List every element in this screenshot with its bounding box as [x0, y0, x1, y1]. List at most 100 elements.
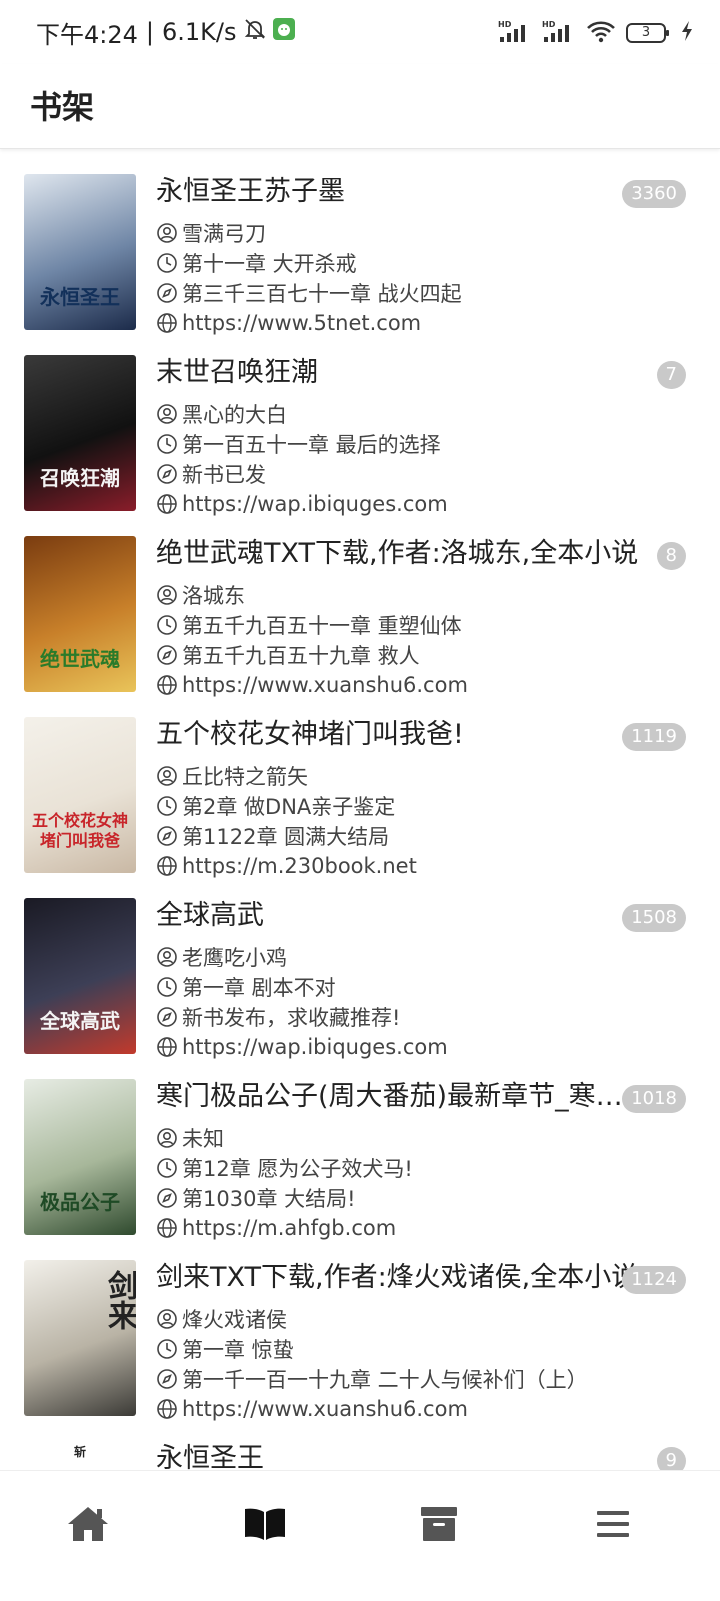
book-source-url: https://www.xuanshu6.com — [182, 1397, 468, 1421]
app-header: 书架 — [0, 64, 720, 149]
book-item[interactable]: 五个校花女神堵门叫我爸 五个校花女神堵门叫我爸! 1119 丘比特之箭矢 第2章 做DN… — [0, 703, 720, 887]
app-notification-icon — [272, 18, 295, 46]
globe-icon — [156, 1217, 182, 1239]
hd-signal-icon: HD — [498, 19, 532, 47]
unread-count-badge: 8 — [656, 542, 686, 570]
globe-icon — [156, 312, 182, 334]
archive-icon — [419, 1505, 459, 1547]
nav-bookshelf-button[interactable] — [235, 1501, 295, 1551]
book-cover[interactable]: 召唤狂潮 — [24, 355, 136, 511]
globe-icon — [156, 1398, 182, 1420]
read-chapter: 第五千九百五十一章 重塑仙体 — [182, 614, 462, 638]
book-author-row: 雪满弓刀 — [156, 218, 696, 248]
book-title[interactable]: 全球高武 — [156, 898, 646, 934]
author-icon — [156, 1127, 182, 1149]
latest-chapter: 新书发布，求收藏推荐! — [182, 1006, 401, 1030]
status-separator: | — [145, 18, 154, 46]
read-chapter: 第十一章 大开杀戒 — [182, 252, 357, 276]
latest-chapter: 第1122章 圆满大结局 — [182, 825, 390, 849]
book-source-url-row: https://wap.ibiquges.com — [156, 489, 696, 519]
book-item[interactable]: 剑来 剑来TXT下载,作者:烽火戏诸侯,全本小说 1124 烽火戏诸侯 第一章 惊蛰 第一… — [0, 1246, 720, 1430]
book-author-row: 丘比特之箭矢 — [156, 761, 696, 791]
latest-chapter-row: 第1030章 大结局! — [156, 1183, 696, 1213]
bottom-nav — [0, 1470, 720, 1601]
read-chapter-row: 第一百五十一章 最后的选择 — [156, 429, 696, 459]
author-icon — [156, 1308, 182, 1330]
clock-icon — [156, 252, 182, 274]
hd-signal-icon: HD — [542, 19, 576, 47]
compass-icon — [156, 825, 182, 847]
latest-chapter: 第五千九百五十九章 救人 — [182, 644, 420, 668]
read-chapter: 第一百五十一章 最后的选择 — [182, 433, 441, 457]
latest-chapter-row: 第一千一百一十九章 二十人与候补们（上） — [156, 1364, 696, 1394]
book-cover[interactable]: 永恒圣王 — [24, 174, 136, 330]
book-title[interactable]: 剑来TXT下载,作者:烽火戏诸侯,全本小说 — [156, 1260, 646, 1296]
nav-archive-button[interactable] — [409, 1501, 469, 1551]
book-title[interactable]: 五个校花女神堵门叫我爸! — [156, 717, 646, 753]
book-source-url: https://m.230book.net — [182, 854, 417, 878]
charging-icon — [680, 20, 694, 46]
page-title: 书架 — [30, 88, 95, 126]
book-title[interactable]: 寒门极品公子(周大番茄)最新章节_寒门极品公子 — [156, 1079, 646, 1115]
read-chapter-row: 第五千九百五十一章 重塑仙体 — [156, 610, 696, 640]
book-author-row: 烽火戏诸侯 — [156, 1304, 696, 1334]
read-chapter: 第12章 愿为公子效犬马! — [182, 1157, 413, 1181]
cover-title-text: 绝世武魂 — [40, 647, 120, 671]
book-item[interactable]: 绝世武魂 绝世武魂TXT下载,作者:洛城东,全本小说 8 洛城东第五千九百五十一章 重… — [0, 522, 720, 706]
author-icon — [156, 403, 182, 425]
author-icon — [156, 584, 182, 606]
author-icon — [156, 765, 182, 787]
status-bar: 下午4:24 | 6.1K/s HD HD 3 — [0, 0, 720, 64]
book-title[interactable]: 绝世武魂TXT下载,作者:洛城东,全本小说 — [156, 536, 646, 572]
globe-icon — [156, 674, 182, 696]
read-chapter: 第一章 剧本不对 — [182, 976, 336, 1000]
book-cover[interactable]: 剑来 — [24, 1260, 136, 1416]
author-icon — [156, 946, 182, 968]
book-source-url-row: https://www.5tnet.com — [156, 308, 696, 338]
book-title[interactable]: 永恒圣王苏子墨 — [156, 174, 646, 210]
globe-icon — [156, 493, 182, 515]
cover-title-text: 五个校花女神堵门叫我爸 — [31, 811, 128, 850]
nav-menu-button[interactable] — [583, 1501, 643, 1551]
book-author-row: 老鹰吃小鸡 — [156, 942, 696, 972]
book-cover[interactable]: 极品公子 — [24, 1079, 136, 1235]
read-chapter-row: 第12章 愿为公子效犬马! — [156, 1153, 696, 1183]
latest-chapter: 第1030章 大结局! — [182, 1187, 356, 1211]
cover-title-text: 极品公子 — [40, 1190, 120, 1214]
book-list[interactable]: 永恒圣王 永恒圣王苏子墨 3360 雪满弓刀 第十一章 大开杀戒 第三千三百七十一章 战火… — [0, 160, 720, 1500]
unread-count-badge: 1124 — [622, 1266, 686, 1294]
read-chapter-row: 第2章 做DNA亲子鉴定 — [156, 791, 696, 821]
book-item[interactable]: 全球高武 全球高武 1508 老鹰吃小鸡 第一章 剧本不对 新书发布，求收藏推荐! http… — [0, 884, 720, 1068]
clock-icon — [156, 1338, 182, 1360]
clock-icon — [156, 433, 182, 455]
clock-icon — [156, 976, 182, 998]
book-item[interactable]: 召唤狂潮 末世召唤狂潮 7 黑心的大白第一百五十一章 最后的选择 新书已发 https:/… — [0, 341, 720, 525]
book-title[interactable]: 末世召唤狂潮 — [156, 355, 646, 391]
book-item[interactable]: 极品公子 寒门极品公子(周大番茄)最新章节_寒门极品公子1018 未知第12章 愿为… — [0, 1065, 720, 1249]
clock-icon — [156, 1157, 182, 1179]
clock-icon — [156, 795, 182, 817]
read-chapter-row: 第一章 惊蛰 — [156, 1334, 696, 1364]
book-source-url-row: https://www.xuanshu6.com — [156, 670, 696, 700]
latest-chapter-row: 第三千三百七十一章 战火四起 — [156, 278, 696, 308]
book-author-row: 洛城东 — [156, 580, 696, 610]
book-cover[interactable]: 绝世武魂 — [24, 536, 136, 692]
book-author: 黑心的大白 — [182, 403, 287, 427]
book-author-row: 黑心的大白 — [156, 399, 696, 429]
wifi-icon — [586, 19, 616, 47]
book-source-url-row: https://www.xuanshu6.com — [156, 1394, 696, 1424]
book-cover[interactable]: 全球高武 — [24, 898, 136, 1054]
unread-count-badge: 7 — [656, 361, 686, 389]
status-net-speed: 6.1K/s — [162, 18, 237, 46]
read-chapter: 第2章 做DNA亲子鉴定 — [182, 795, 396, 819]
book-item[interactable]: 永恒圣王 永恒圣王苏子墨 3360 雪满弓刀 第十一章 大开杀戒 第三千三百七十一章 战火… — [0, 160, 720, 344]
book-source-url: https://wap.ibiquges.com — [182, 1035, 448, 1059]
latest-chapter-row: 新书已发 — [156, 459, 696, 489]
svg-text:HD: HD — [542, 20, 556, 29]
book-source-url: https://www.5tnet.com — [182, 311, 422, 335]
compass-icon — [156, 644, 182, 666]
book-cover[interactable]: 五个校花女神堵门叫我爸 — [24, 717, 136, 873]
nav-home-button[interactable] — [58, 1501, 118, 1551]
author-icon — [156, 222, 182, 244]
book-author: 雪满弓刀 — [182, 222, 266, 246]
